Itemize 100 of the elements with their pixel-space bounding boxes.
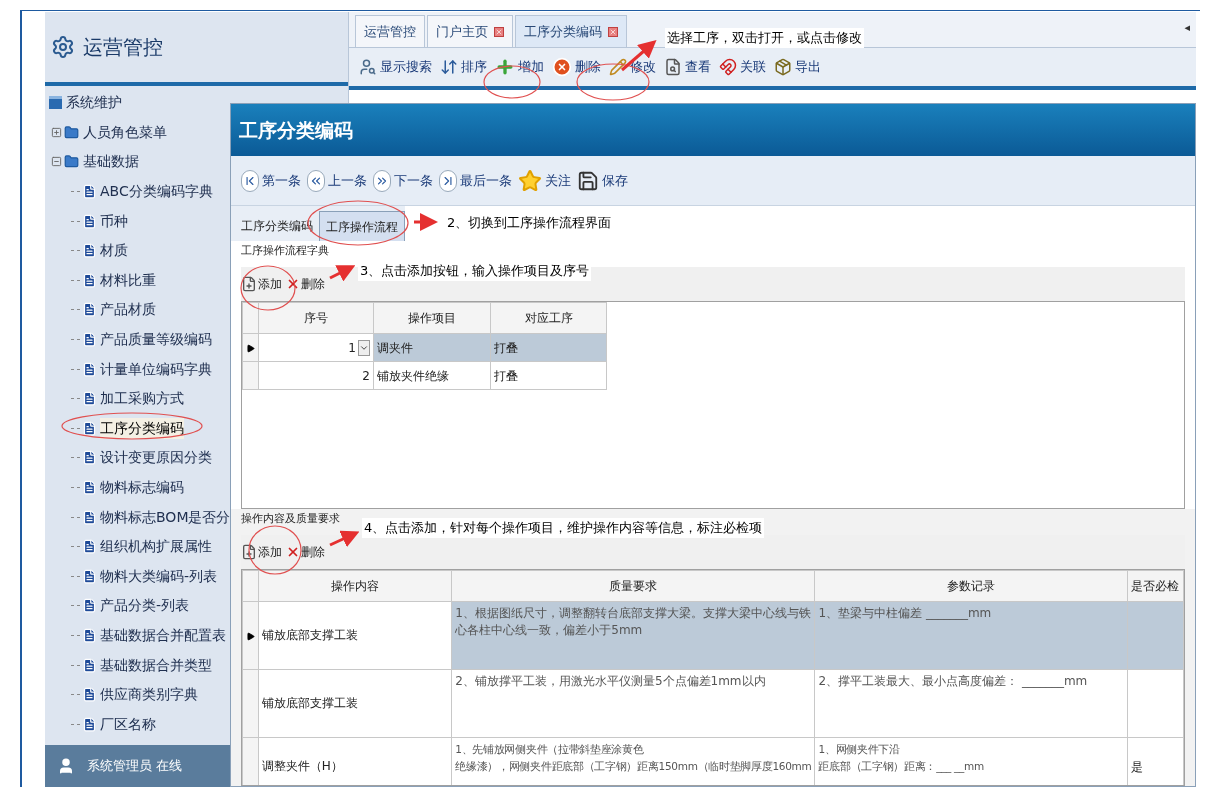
tab[interactable]: 门户主页 xyxy=(427,15,513,47)
annotation-text: 选择工序，双击打开，或点击修改 xyxy=(665,28,864,48)
nav-button[interactable]: 下一条 xyxy=(373,169,433,192)
tree-item[interactable]: 产品分类-列表 xyxy=(100,595,190,617)
annotation-text: 3、点击添加按钮，输入操作项目及序号 xyxy=(358,261,592,281)
tree-item[interactable]: 厂区名称 xyxy=(100,713,156,735)
nav-button[interactable]: 最后一条 xyxy=(439,169,512,192)
save-icon xyxy=(577,169,599,192)
magnifier-icon xyxy=(664,58,682,76)
table-row[interactable]: 2 铺放夹件绝缘 打叠 xyxy=(242,361,607,390)
cell-text-line: 铺放底部支撑工装 xyxy=(261,627,359,644)
nav-button[interactable]: 保存 xyxy=(577,169,628,192)
tree-item[interactable]: 加工采购方式 xyxy=(100,388,184,410)
table-cell: 打叠 xyxy=(494,340,518,355)
column-header[interactable]: 操作项目 xyxy=(373,302,491,334)
toolbar-button[interactable]: 导出 xyxy=(774,57,821,77)
table-cell: 铺放夹件绝缘 xyxy=(377,368,449,383)
document-icon xyxy=(82,361,97,377)
table-row[interactable]: 铺放底部支撑工装 2、铺放撑平工装，用激光水平仪测量5个点偏差1mm以内 2、撑平工装最大、最小点高度偏差： _______mm xyxy=(242,669,1184,738)
tree-item[interactable]: 币种 xyxy=(100,210,128,232)
cell-text-line: 1、根据图纸尺寸，调整翻转台底部支撑大梁。支撑大梁中心线与铁心各柱中心线一致，偏差小于5mm xyxy=(455,605,812,639)
tab[interactable]: 工序分类编码 xyxy=(235,211,319,241)
tree-item[interactable]: 系统维护 xyxy=(66,92,122,114)
action-button[interactable]: 删除 xyxy=(286,275,325,293)
tree-item[interactable]: 物料大类编码-列表 xyxy=(100,565,218,587)
tree-item[interactable]: 物料标志编码 xyxy=(100,477,184,498)
toolbar-button[interactable]: 查看 xyxy=(664,57,711,77)
action-button[interactable]: 添加 xyxy=(241,543,282,561)
table-cell-text: 2 xyxy=(362,367,370,385)
toolbar-button[interactable]: 关联 xyxy=(719,57,766,77)
tree-item[interactable]: 供应商类别字典 xyxy=(100,684,198,706)
group-legend: 操作内容及质量要求 xyxy=(241,511,340,527)
tree-item[interactable]: 产品材质 xyxy=(100,299,156,321)
close-icon[interactable] xyxy=(494,26,504,37)
delete-icon xyxy=(552,57,572,77)
close-icon[interactable] xyxy=(608,26,618,37)
column-header[interactable]: 质量要求 xyxy=(451,570,815,602)
person-icon xyxy=(57,757,75,775)
document-icon xyxy=(82,687,97,703)
cell-text-line: 1、网侧夹件下沿 xyxy=(818,742,901,757)
tree-item[interactable]: 组织机构扩展属性 xyxy=(100,536,212,558)
table-row[interactable]: 铺放底部支撑工装 1、根据图纸尺寸，调整翻转台底部支撑大梁。支撑大梁中心线与铁心各柱中心线一致，偏差小于5mm 1、垫梁与中柱偏差 _______mm xyxy=(242,601,1184,670)
table-row[interactable]: 调整夹件（H） 1、先铺放网侧夹件（拉带斜垫座涂黄色 绝缘漆），网侧夹件距底部（工字钢）距离150mm（临时垫脚厚度160mm 1、网侧夹件下沿 距底部（工字钢）距离：___ __mm 是 xyxy=(242,737,1184,785)
document-icon xyxy=(82,509,97,525)
search-icon xyxy=(359,58,377,76)
cell-text-line: 调整夹件（H） xyxy=(261,758,344,775)
column-header[interactable]: 是否必检 xyxy=(1127,570,1184,602)
nav-button[interactable]: 关注 xyxy=(518,168,571,193)
cell-text-line: 绝缘漆），网侧夹件距底部（工字钢）距离150mm（临时垫脚厚度160mm xyxy=(455,759,812,774)
tree-item[interactable]: 物料标志BOM是否分 xyxy=(100,506,231,528)
document-icon xyxy=(82,243,97,259)
table-cell: 调夹件 xyxy=(377,340,413,355)
nav-button[interactable]: 上一条 xyxy=(307,169,367,192)
tree-item[interactable]: 产品质量等级编码 xyxy=(100,329,212,351)
cell-text-line: 2、撑平工装最大、最小点高度偏差： _______mm xyxy=(818,673,1089,690)
highlight-ellipse xyxy=(248,525,302,575)
tree-item[interactable]: 工序分类编码 xyxy=(100,417,184,439)
callout-arrow xyxy=(329,530,360,548)
toolbar-button[interactable]: 排序 xyxy=(440,57,487,77)
document-icon xyxy=(82,657,97,673)
folder-icon xyxy=(64,124,79,140)
table-row[interactable]: 1 调夹件 打叠 xyxy=(242,333,607,362)
tab[interactable]: 工序分类编码 xyxy=(515,15,627,47)
tab[interactable]: 运营管控 xyxy=(355,15,425,47)
document-icon xyxy=(82,332,97,348)
delete-icon xyxy=(286,277,300,291)
pencil-icon xyxy=(609,58,627,76)
cell-text-line: 1、先铺放网侧夹件（拉带斜垫座涂黄色 xyxy=(455,742,645,757)
column-header[interactable]: 序号 xyxy=(258,302,374,334)
document-icon xyxy=(82,568,97,584)
tree-item[interactable]: 设计变更原因分类 xyxy=(100,447,212,469)
tree-item[interactable]: 基础数据合并配置表 xyxy=(100,625,226,646)
sort-icon xyxy=(440,58,458,76)
action-button[interactable]: 添加 xyxy=(241,275,282,293)
highlight-ellipse xyxy=(240,265,296,311)
cell-text-line: 1、垫梁与中柱偏差 _______mm xyxy=(818,605,993,622)
action-button[interactable]: 删除 xyxy=(286,543,325,561)
tree-item[interactable]: 基础数据合并类型 xyxy=(100,654,212,676)
tree-item[interactable]: 人员角色菜单 xyxy=(83,121,167,143)
toolbar-button[interactable]: 显示搜索 xyxy=(359,57,432,77)
scroll-arrow[interactable]: ◂ xyxy=(1184,20,1190,37)
nav-button[interactable]: 第一条 xyxy=(241,169,301,192)
document-icon xyxy=(82,598,97,614)
dropdown-button[interactable] xyxy=(358,339,370,356)
tree-item[interactable]: 计量单位编码字典 xyxy=(100,358,212,380)
column-header[interactable]: 参数记录 xyxy=(814,570,1128,602)
panel-icon[interactable] xyxy=(49,96,62,110)
tab[interactable]: 工序操作流程 xyxy=(319,211,405,241)
column-header[interactable]: 对应工序 xyxy=(490,302,607,334)
dialog-title: 工序分类编码 xyxy=(239,117,353,143)
tree-item[interactable]: 基础数据 xyxy=(83,151,139,173)
column-header[interactable]: 操作内容 xyxy=(258,570,452,602)
collapse-icon[interactable] xyxy=(51,156,62,168)
tree-item[interactable]: 材料比重 xyxy=(100,269,156,291)
current-row-icon xyxy=(245,631,255,641)
document-icon xyxy=(82,450,97,466)
tree-item[interactable]: ABC分类编码字典 xyxy=(100,181,213,203)
document-icon xyxy=(82,302,97,318)
tree-item[interactable]: 材质 xyxy=(100,240,128,262)
expand-icon[interactable] xyxy=(51,126,62,138)
